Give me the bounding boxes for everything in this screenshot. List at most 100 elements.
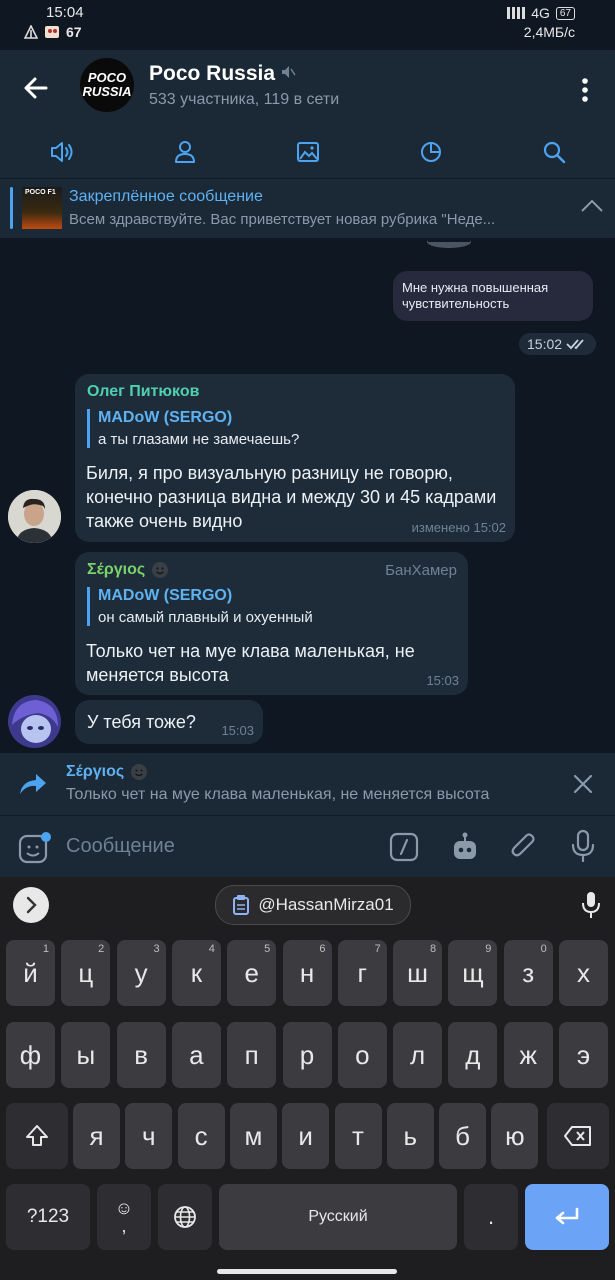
language-key[interactable] bbox=[158, 1184, 212, 1250]
app-notification-icon bbox=[45, 26, 59, 38]
key-к[interactable]: к4 bbox=[171, 940, 221, 1006]
key-ф[interactable]: ф bbox=[6, 1022, 55, 1088]
key-label: с bbox=[194, 1120, 208, 1151]
pinned-message[interactable]: POCO F1 Закреплённое сообщение Всем здра… bbox=[0, 178, 615, 238]
voice-chat-icon[interactable] bbox=[47, 137, 77, 167]
key-label: г bbox=[357, 957, 368, 988]
reply-preview[interactable]: Σέργιος Только чет на муе клава маленька… bbox=[0, 753, 615, 815]
key-е[interactable]: е5 bbox=[227, 940, 277, 1006]
key-а[interactable]: а bbox=[171, 1022, 221, 1088]
key-щ[interactable]: щ9 bbox=[448, 940, 498, 1006]
clipboard-suggestion[interactable]: @HassanMirza01 bbox=[215, 885, 411, 925]
user-avatar-oleg[interactable] bbox=[8, 490, 61, 543]
emoji-comma-key[interactable]: ☺ , bbox=[97, 1184, 151, 1250]
close-icon[interactable] bbox=[572, 773, 594, 795]
attach-icon[interactable] bbox=[509, 831, 539, 863]
enter-key[interactable] bbox=[525, 1184, 609, 1250]
members-icon[interactable] bbox=[170, 137, 200, 167]
search-icon[interactable] bbox=[539, 137, 569, 167]
key-л[interactable]: л bbox=[393, 1022, 443, 1088]
key-б[interactable]: б bbox=[439, 1103, 487, 1169]
muted-icon bbox=[282, 66, 296, 78]
key-ю[interactable]: ю bbox=[491, 1103, 539, 1169]
key-ц[interactable]: ц2 bbox=[61, 940, 111, 1006]
signal-icon bbox=[507, 7, 526, 19]
key-number-hint: 2 bbox=[98, 943, 105, 955]
key-label: а bbox=[189, 1039, 204, 1070]
bot-command-icon[interactable] bbox=[389, 832, 419, 862]
key-ж[interactable]: ж bbox=[503, 1022, 553, 1088]
quoted-reply[interactable]: MADoW (SERGO) он самый плавный и охуенны… bbox=[87, 587, 313, 626]
key-т[interactable]: т bbox=[334, 1103, 382, 1169]
key-number-hint: 6 bbox=[319, 943, 326, 955]
key-у[interactable]: у3 bbox=[116, 940, 166, 1006]
key-label: л bbox=[410, 1039, 426, 1070]
chat-title[interactable]: Poco Russia bbox=[149, 62, 275, 86]
key-label: ы bbox=[76, 1039, 96, 1070]
key-ь[interactable]: ь bbox=[386, 1103, 434, 1169]
message-input[interactable]: Сообщение bbox=[66, 835, 175, 858]
outgoing-message-text: Мне нужна повышенная чувствительность bbox=[402, 280, 549, 311]
key-о[interactable]: о bbox=[337, 1022, 387, 1088]
key-я[interactable]: я bbox=[73, 1103, 120, 1169]
bot-icon[interactable] bbox=[450, 831, 480, 863]
key-с[interactable]: с bbox=[177, 1103, 225, 1169]
key-п[interactable]: п bbox=[227, 1022, 277, 1088]
back-arrow-icon[interactable] bbox=[18, 70, 54, 106]
outgoing-message[interactable]: Мне нужна повышенная чувствительность bbox=[393, 271, 593, 321]
key-д[interactable]: д bbox=[448, 1022, 498, 1088]
outgoing-time-badge: 15:02 bbox=[519, 333, 597, 355]
space-key[interactable]: Русский bbox=[219, 1184, 457, 1250]
key-ш[interactable]: ш8 bbox=[393, 940, 443, 1006]
quoted-reply[interactable]: MADoW (SERGO) а ты глазами не замечаешь? bbox=[87, 409, 299, 448]
key-number-hint: 4 bbox=[208, 943, 215, 955]
key-з[interactable]: з0 bbox=[503, 940, 553, 1006]
more-menu-icon[interactable] bbox=[570, 72, 600, 108]
key-label: з bbox=[522, 957, 535, 988]
key-number-hint: 3 bbox=[153, 943, 160, 955]
key-label: т bbox=[352, 1120, 364, 1151]
history-icon[interactable] bbox=[416, 137, 446, 167]
quoted-text: а ты глазами не замечаешь? bbox=[98, 431, 300, 448]
key-х[interactable]: х bbox=[559, 940, 608, 1006]
chat-header: POCO RUSSIA Poco Russia 533 участника, 1… bbox=[0, 50, 615, 128]
message-bubble-sergios-2[interactable]: У тебя тоже? 15:03 bbox=[75, 700, 263, 744]
navigation-handle[interactable] bbox=[217, 1269, 397, 1274]
media-icon[interactable] bbox=[293, 137, 323, 167]
key-ы[interactable]: ы bbox=[61, 1022, 111, 1088]
message-sender-row[interactable]: Σέργιος bbox=[87, 561, 169, 579]
message-sender[interactable]: Олег Питюков bbox=[87, 383, 199, 401]
microphone-icon[interactable] bbox=[569, 829, 597, 863]
chevron-up-icon[interactable] bbox=[580, 196, 604, 216]
key-н[interactable]: н6 bbox=[282, 940, 332, 1006]
key-ч[interactable]: ч bbox=[125, 1103, 173, 1169]
message-bubble-oleg[interactable]: Олег Питюков MADoW (SERGO) а ты глазами … bbox=[75, 374, 515, 542]
sticker-icon[interactable] bbox=[18, 831, 54, 865]
key-label: й bbox=[23, 957, 38, 988]
keyboard-expand-button[interactable] bbox=[13, 887, 49, 923]
anime-avatar-icon bbox=[8, 695, 61, 748]
key-label: р bbox=[299, 1039, 315, 1070]
reply-author-row: Σέργιος bbox=[66, 763, 148, 781]
reply-text: Только чет на муе клава маленькая, не ме… bbox=[66, 786, 490, 803]
keyboard-mic-icon[interactable] bbox=[580, 891, 602, 919]
message-sender: Σέργιος bbox=[87, 561, 146, 578]
numbers-key[interactable]: ?123 bbox=[6, 1184, 90, 1250]
message-bubble-sergios[interactable]: Σέργιος БанХамер MADoW (SERGO) он самый … bbox=[75, 552, 468, 695]
message-text: У тебя тоже? bbox=[87, 712, 196, 732]
key-в[interactable]: в bbox=[116, 1022, 166, 1088]
key-г[interactable]: г7 bbox=[337, 940, 387, 1006]
key-р[interactable]: р bbox=[282, 1022, 332, 1088]
user-avatar-sergios[interactable] bbox=[8, 695, 61, 748]
admin-rank: БанХамер bbox=[385, 562, 457, 579]
key-м[interactable]: м bbox=[229, 1103, 277, 1169]
period-key[interactable]: . bbox=[464, 1184, 518, 1250]
key-и[interactable]: и bbox=[282, 1103, 330, 1169]
group-avatar[interactable]: POCO RUSSIA bbox=[80, 58, 134, 112]
backspace-key[interactable] bbox=[547, 1103, 609, 1169]
quoted-text: он самый плавный и охуенный bbox=[98, 609, 313, 626]
clipboard-icon bbox=[233, 895, 250, 915]
key-э[interactable]: э bbox=[559, 1022, 608, 1088]
key-й[interactable]: й1 bbox=[6, 940, 55, 1006]
shift-key[interactable] bbox=[6, 1103, 68, 1169]
